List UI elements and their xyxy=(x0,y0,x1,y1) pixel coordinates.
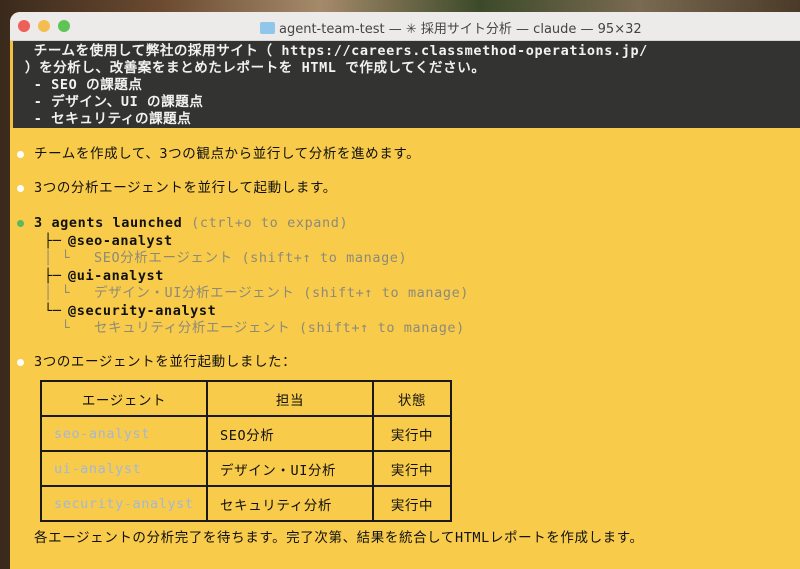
cell-agent: seo-analyst xyxy=(40,415,208,452)
cell-status: 実行中 xyxy=(372,450,452,487)
table-row: seo-analyst SEO分析 実行中 xyxy=(40,415,452,452)
agent-desc: セキュリティ分析エージェント (shift+↑ to manage) xyxy=(94,320,465,336)
cell-agent: security-analyst xyxy=(40,485,208,522)
table-row: security-analyst セキュリティ分析 実行中 xyxy=(40,485,452,522)
message: チームを作成して、3つの観点から並行して分析を進めます。 xyxy=(34,146,421,162)
prompt-line: - デザイン、UI の課題点 xyxy=(25,94,204,110)
tree-line-icon: │ └ xyxy=(44,285,71,301)
cell-status: 実行中 xyxy=(372,415,452,452)
agent-name[interactable]: @ui-analyst xyxy=(68,268,164,285)
message: 3つの分析エージェントを並行して起動します。 xyxy=(34,180,337,196)
bullet-icon xyxy=(17,359,24,366)
cell-agent: ui-analyst xyxy=(40,450,208,487)
header-role: 担当 xyxy=(206,380,374,417)
prompt-line: チームを使用して弊社の採用サイト（ https://careers.classm… xyxy=(25,43,648,59)
folder-icon xyxy=(260,22,275,34)
cell-role: セキュリティ分析 xyxy=(206,485,374,522)
expand-hint: (ctrl+o to expand) xyxy=(191,215,349,231)
window-title: agent-team-test — ✳ 採用サイト分析 — claude — 9… xyxy=(260,18,642,37)
message: 各エージェントの分析完了を待ちます。完了次第、結果を統合してHTMLレポートを作… xyxy=(34,530,644,546)
terminal-window: agent-team-test — ✳ 採用サイト分析 — claude — 9… xyxy=(10,12,800,569)
minimize-button[interactable] xyxy=(38,20,50,32)
tree-line-icon: │ └ xyxy=(44,250,71,266)
agent-name[interactable]: @security-analyst xyxy=(68,303,216,320)
tree-branch-icon: ├─ xyxy=(44,268,62,284)
cell-role: SEO分析 xyxy=(206,415,374,452)
bullet-icon xyxy=(17,151,24,158)
cell-status: 実行中 xyxy=(372,485,452,522)
status-dot-icon xyxy=(17,220,24,227)
tree-branch-icon: └─ xyxy=(44,303,62,319)
header-status: 状態 xyxy=(372,380,452,417)
agent-desc: SEO分析エージェント (shift+↑ to manage) xyxy=(94,250,408,266)
header-agent: エージェント xyxy=(40,380,208,417)
message: 3つのエージェントを並行起動しました： xyxy=(34,354,297,370)
close-button[interactable] xyxy=(18,20,30,32)
tree-branch-icon: ├─ xyxy=(44,233,62,249)
zoom-button[interactable] xyxy=(58,20,70,32)
bullet-icon xyxy=(17,185,24,192)
user-prompt: チームを使用して弊社の採用サイト（ https://careers.classm… xyxy=(10,41,800,128)
agent-status-table: エージェント 担当 状態 seo-analyst SEO分析 実行中 ui-an… xyxy=(40,380,452,522)
launch-title: 3 agents launched xyxy=(34,215,183,231)
table-row: ui-analyst デザイン・UI分析 実行中 xyxy=(40,450,452,487)
agent-desc: デザイン・UI分析エージェント (shift+↑ to manage) xyxy=(94,285,470,301)
prompt-line: - セキュリティの課題点 xyxy=(25,111,192,127)
window-title-text: agent-team-test — ✳ 採用サイト分析 — claude — 9… xyxy=(279,22,642,37)
cell-role: デザイン・UI分析 xyxy=(206,450,374,487)
tree-line-icon: └ xyxy=(44,320,71,336)
prompt-line: - SEO の課題点 xyxy=(25,77,143,93)
table-header: エージェント 担当 状態 xyxy=(40,380,452,417)
agents-launched[interactable]: 3 agents launched (ctrl+o to expand) xyxy=(34,215,348,232)
title-bar: agent-team-test — ✳ 採用サイト分析 — claude — 9… xyxy=(10,12,800,41)
agent-name[interactable]: @seo-analyst xyxy=(68,233,173,250)
prompt-line: ）を分析し、改善案をまとめたレポートを HTML で作成してください。 xyxy=(25,60,486,76)
